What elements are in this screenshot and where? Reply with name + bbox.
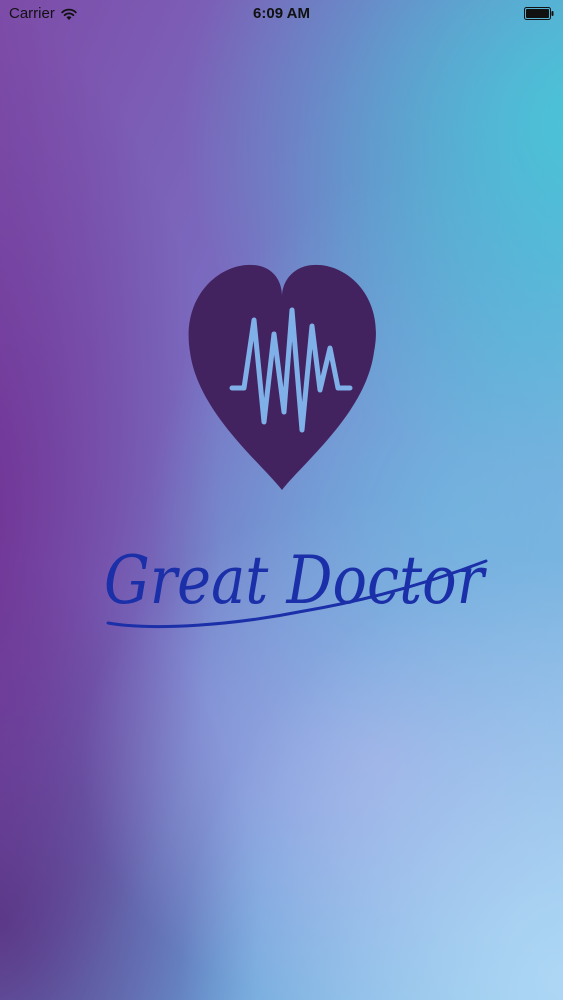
heart-pulse-icon [188, 264, 376, 490]
splash-screen: Carrier 6:09 AM Great Doctor [0, 0, 563, 1000]
status-bar: Carrier 6:09 AM [0, 0, 563, 28]
battery-icon [524, 7, 554, 20]
heart-shape [188, 264, 376, 490]
status-time: 6:09 AM [253, 5, 310, 22]
brand-wordmark: Great Doctor [104, 542, 488, 629]
